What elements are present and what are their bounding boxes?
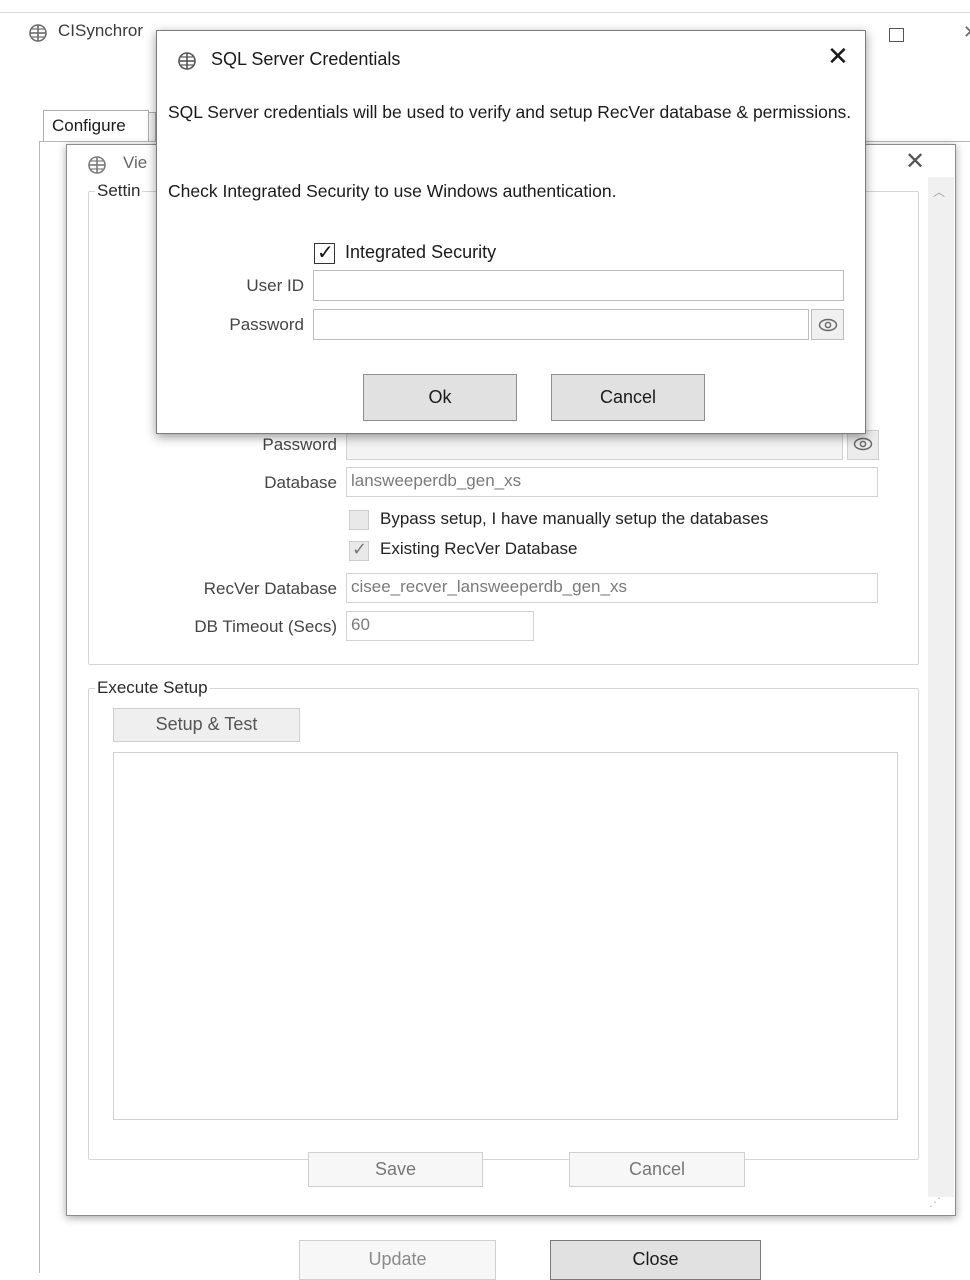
app-globe-icon <box>177 51 197 71</box>
maximize-icon[interactable] <box>889 28 904 42</box>
integrated-security-label: Integrated Security <box>345 242 497 262</box>
settings-legend: Settin <box>97 181 141 200</box>
setup-output-log[interactable] <box>113 752 898 1120</box>
cancel-button[interactable]: Cancel <box>551 374 705 421</box>
close-button[interactable]: Close <box>550 1240 761 1280</box>
eye-icon <box>853 437 873 451</box>
eye-icon <box>818 318 837 332</box>
update-button[interactable]: Update <box>299 1240 496 1280</box>
close-icon[interactable]: ✕ <box>827 41 849 72</box>
description-text: SQL Server credentials will be used to v… <box>168 102 852 122</box>
ok-button[interactable]: Ok <box>363 374 517 421</box>
app-globe-icon <box>28 23 48 43</box>
show-password-button[interactable] <box>811 309 844 340</box>
recver-database-label: RecVer Database <box>203 579 337 598</box>
user-id-field[interactable] <box>313 270 844 301</box>
user-id-label: User ID <box>246 276 304 295</box>
dialog-title: Vie <box>123 153 148 172</box>
close-icon[interactable]: ✕ <box>963 22 970 43</box>
save-button[interactable]: Save <box>308 1152 483 1187</box>
cancel-button[interactable]: Cancel <box>569 1152 745 1187</box>
tab-next[interactable] <box>148 112 156 142</box>
database-field[interactable]: lansweeperdb_gen_xs <box>346 467 878 497</box>
password-label: Password <box>229 315 304 334</box>
chevron-up-icon[interactable]: ︿ <box>933 183 945 200</box>
app-globe-icon <box>87 155 107 175</box>
dialog-title: SQL Server Credentials <box>211 49 401 69</box>
main-window-border <box>0 12 970 13</box>
bypass-setup-label: Bypass setup, I have manually setup the … <box>380 509 769 528</box>
database-label: Database <box>264 473 337 492</box>
bypass-setup-checkbox[interactable] <box>349 510 369 530</box>
show-password-button[interactable] <box>847 430 879 460</box>
tab-panel-border <box>39 141 40 1273</box>
existing-recver-checkbox[interactable] <box>349 539 369 561</box>
execute-setup-legend: Execute Setup <box>97 678 208 697</box>
db-timeout-field[interactable]: 60 <box>346 611 534 641</box>
resize-grip-icon[interactable]: ⋰ <box>929 1195 941 1209</box>
password-field[interactable] <box>313 309 809 340</box>
description-text: Check Integrated Security to use Windows… <box>168 181 617 201</box>
recver-database-field[interactable]: cisee_recver_lansweeperdb_gen_xs <box>346 573 878 603</box>
password-label: Password <box>262 435 337 454</box>
main-window-title: CISynchror <box>58 21 144 40</box>
setup-test-button[interactable]: Setup & Test <box>113 708 300 742</box>
sql-credentials-dialog: SQL Server Credentials ✕ SQL Server cred… <box>156 30 866 434</box>
tab-configure[interactable]: Configure <box>43 110 149 142</box>
close-icon[interactable]: ✕ <box>905 147 925 176</box>
integrated-security-checkbox[interactable] <box>314 240 335 265</box>
existing-recver-label: Existing RecVer Database <box>380 539 578 558</box>
db-timeout-label: DB Timeout (Secs) <box>194 617 337 636</box>
password-field[interactable] <box>346 430 843 460</box>
vertical-scrollbar[interactable] <box>928 177 954 1197</box>
